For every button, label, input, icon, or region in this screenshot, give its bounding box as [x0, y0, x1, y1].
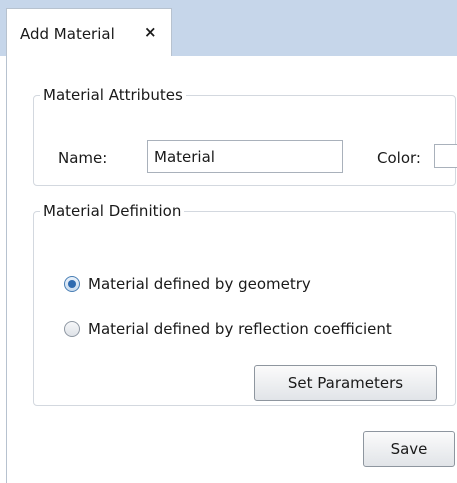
- color-label: Color:: [377, 149, 421, 167]
- material-attributes-group: Material Attributes Name: Color:: [33, 86, 457, 186]
- material-attributes-legend: Material Attributes: [43, 86, 183, 104]
- radio-button-reflection[interactable]: [64, 321, 80, 337]
- name-input[interactable]: [147, 140, 343, 173]
- name-label: Name:: [58, 149, 108, 167]
- material-definition-legend: Material Definition: [43, 202, 182, 220]
- tab-add-material[interactable]: Add Material ×: [6, 8, 172, 57]
- radio-option-geometry[interactable]: Material defined by geometry: [64, 275, 311, 293]
- color-swatch[interactable]: [434, 144, 457, 168]
- radio-button-geometry[interactable]: [64, 276, 80, 292]
- radio-label-geometry: Material defined by geometry: [88, 275, 311, 293]
- close-icon[interactable]: ×: [144, 23, 157, 41]
- material-definition-group: Material Definition Material defined by …: [33, 202, 456, 406]
- radio-label-reflection: Material defined by reflection coefficie…: [88, 320, 392, 338]
- tab-label: Add Material: [20, 25, 115, 43]
- save-button[interactable]: Save: [363, 431, 455, 467]
- set-parameters-button[interactable]: Set Parameters: [254, 365, 437, 401]
- radio-option-reflection[interactable]: Material defined by reflection coefficie…: [64, 320, 392, 338]
- dialog-content: Material Attributes Name: Color: Materia…: [6, 56, 457, 483]
- tab-bar: Add Material ×: [0, 0, 457, 57]
- add-material-window: Add Material × Material Attributes Name:…: [0, 0, 457, 483]
